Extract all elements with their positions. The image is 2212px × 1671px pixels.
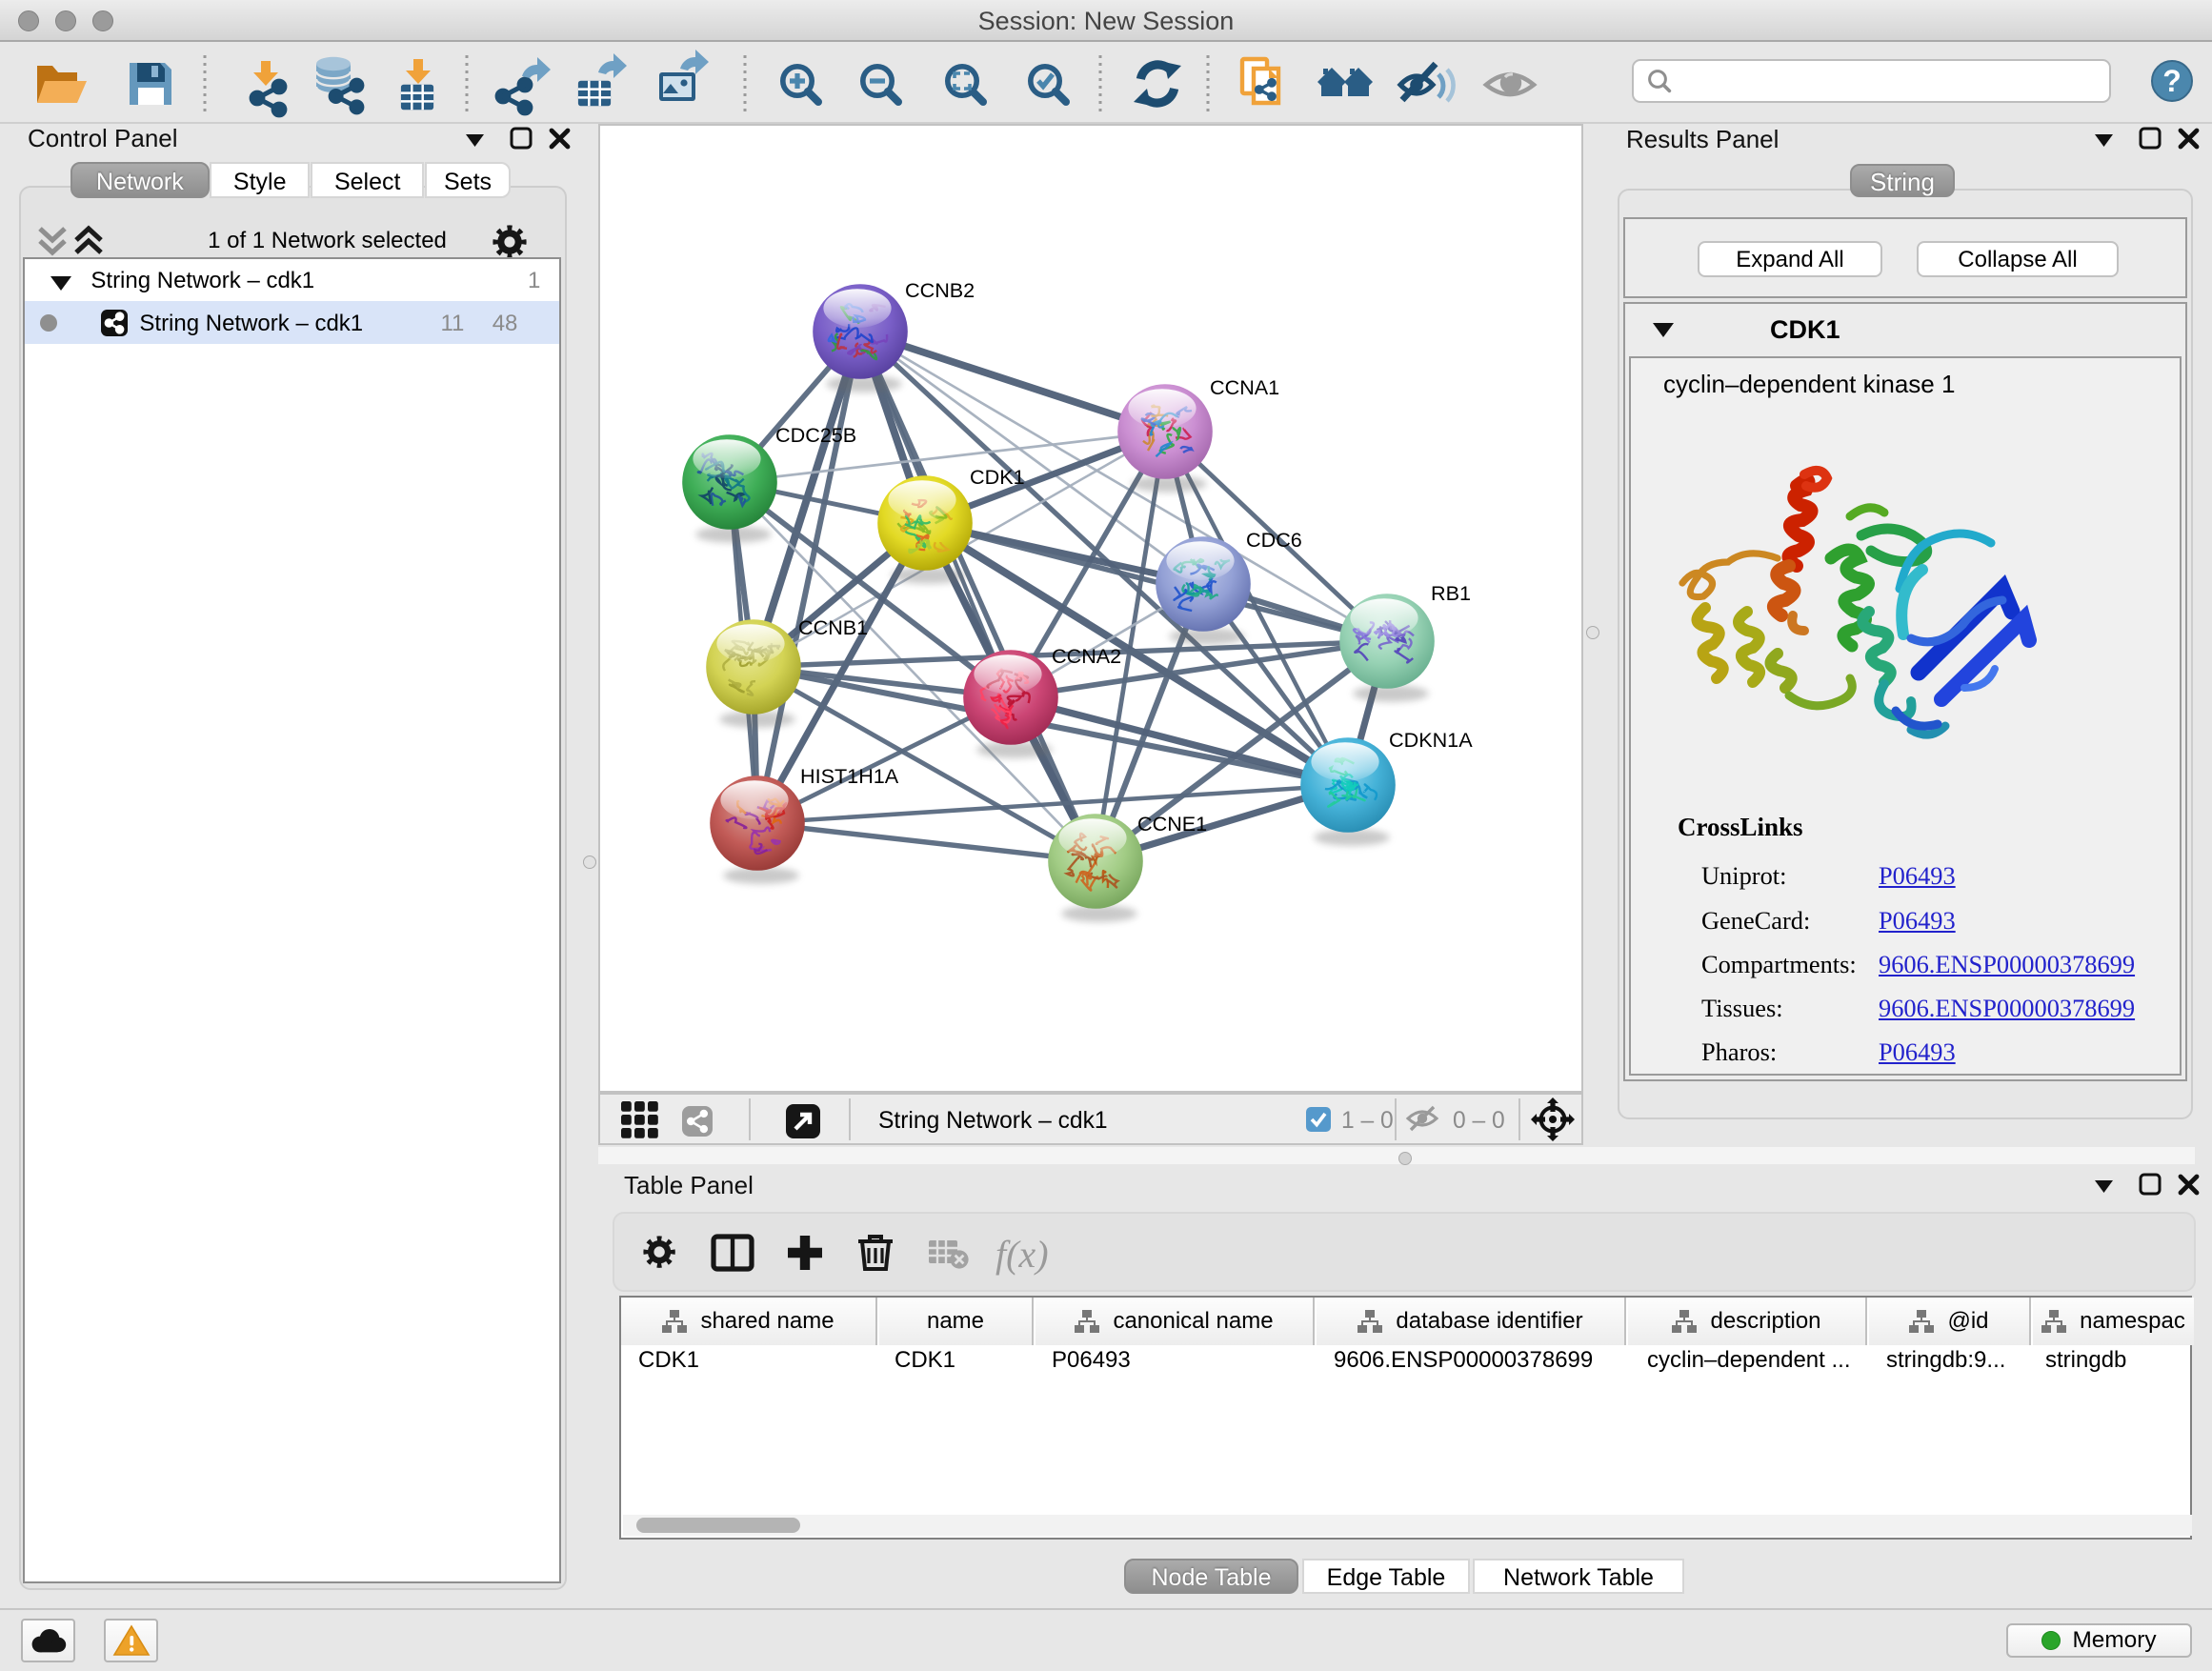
svg-text:0 – 0: 0 – 0 [1453,1108,1505,1134]
svg-text:?: ? [2162,64,2182,98]
svg-text:CCNB1: CCNB1 [798,615,868,639]
svg-text:RB1: RB1 [1431,581,1471,605]
svg-text:CCNE1: CCNE1 [1137,812,1207,836]
svg-text:String Network – cdk1: String Network – cdk1 [878,1108,1108,1134]
svg-text:CCNA1: CCNA1 [1210,375,1279,399]
svg-text:CDC25B: CDC25B [775,423,856,447]
svg-text:CCNA2: CCNA2 [1052,644,1121,668]
svg-text:f(x): f(x) [995,1233,1049,1276]
svg-text:CDK1: CDK1 [970,465,1025,489]
svg-text:CDKN1A: CDKN1A [1389,728,1473,752]
svg-text:1 – 0: 1 – 0 [1341,1108,1394,1134]
svg-text:CCNB2: CCNB2 [905,278,975,302]
svg-text:HIST1H1A: HIST1H1A [800,764,899,788]
svg-text:CDC6: CDC6 [1246,528,1302,552]
